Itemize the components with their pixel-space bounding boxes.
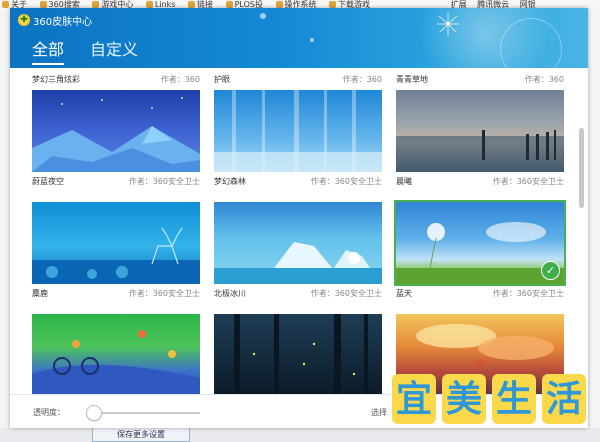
watermark-char: 宜 [392, 374, 436, 424]
background-save-button[interactable]: 保存更多设置 [92, 427, 190, 442]
skin-caption: 北极冰川 作者：360安全卫士 [214, 288, 382, 302]
skin-name: 蓝天 [396, 289, 412, 298]
skin-caption: 梦幻森林 作者：360安全卫士 [214, 176, 382, 190]
skin-caption: 麋鹿 作者：360安全卫士 [32, 288, 200, 302]
dark-forest-illustration [234, 314, 368, 394]
sports-illustration [32, 330, 200, 394]
deer-illustration [32, 227, 200, 284]
bookmark-icon [275, 1, 283, 8]
bookmark-icon [225, 1, 233, 8]
skin-card[interactable]: 蔚蓝夜空 作者：360安全卫士 [32, 176, 200, 190]
skin-card[interactable]: 蓝天 作者：360安全卫士 [396, 288, 564, 302]
skin-caption: 蓝天 作者：360安全卫士 [396, 288, 564, 302]
skin-thumbnail-dawn[interactable] [396, 90, 564, 172]
bookmark-icon [39, 1, 47, 8]
tab-custom[interactable]: 自定义 [90, 36, 138, 63]
scrollbar-track[interactable] [578, 68, 584, 398]
skin-card[interactable]: 麋鹿 作者：360安全卫士 [32, 288, 200, 302]
glacier-illustration [214, 242, 382, 284]
skin-author: 作者：360安全卫士 [310, 177, 382, 186]
header-sparkle [260, 13, 266, 19]
skin-name: 青青草地 [396, 75, 428, 84]
skin-card[interactable]: 青青草地 作者：360 [396, 74, 564, 88]
skin-name: 蔚蓝夜空 [32, 177, 64, 186]
skin-center-window: ✚ 360皮肤中心 全部 自定义 梦幻三角炫彩 作者：360 护眼 作者：360… [10, 8, 588, 428]
skin-name: 梦幻三角炫彩 [32, 75, 80, 84]
skin-caption: 蔚蓝夜空 作者：360安全卫士 [32, 176, 200, 190]
skin-author: 作者：360安全卫士 [492, 177, 564, 186]
folder-icon [188, 1, 196, 8]
skin-thumbnail-blue-sky[interactable]: ✓ [394, 200, 566, 286]
skin-thumbnail-night-sky[interactable] [32, 90, 200, 172]
window-title: 360皮肤中心 [33, 17, 93, 28]
skin-author: 作者：360安全卫士 [128, 177, 200, 186]
skin-author: 作者：360 [160, 75, 200, 84]
skin-card[interactable]: 护眼 作者：360 [214, 74, 382, 88]
skin-card[interactable]: 梦幻森林 作者：360安全卫士 [214, 176, 382, 190]
skin-card[interactable]: 晨曦 作者：360安全卫士 [396, 176, 564, 190]
opacity-slider-handle[interactable] [85, 405, 102, 421]
folder-icon [145, 1, 153, 8]
skin-author: 作者：360安全卫士 [492, 289, 564, 298]
sea-poles-illustration [396, 130, 564, 172]
skin-card[interactable]: 梦幻三角炫彩 作者：360 [32, 74, 200, 88]
skin-caption: 青青草地 作者：360 [396, 74, 564, 88]
skin-author: 作者：360安全卫士 [310, 289, 382, 298]
bookmark-icon [2, 1, 9, 8]
browser-bottom-strip [0, 428, 600, 442]
dandelion-decoration [437, 13, 459, 36]
app-logo-icon: ✚ [18, 14, 30, 26]
skin-thumbnail-sports[interactable] [32, 314, 200, 394]
selected-check-icon: ✓ [541, 261, 560, 280]
skin-thumbnail-deer[interactable] [32, 202, 200, 284]
watermark-char: 美 [442, 374, 486, 424]
mountain-illustration [32, 97, 200, 172]
select-label: 选择 [371, 408, 387, 417]
dandelion-meadow-illustration [396, 222, 564, 284]
skin-caption: 护眼 作者：360 [214, 74, 382, 88]
skin-thumbnail-glacier[interactable] [214, 202, 382, 284]
forest-illustration [214, 90, 382, 172]
skin-name: 北极冰川 [214, 289, 246, 298]
skin-author: 作者：360 [342, 75, 382, 84]
watermark-char: 生 [492, 374, 536, 424]
skin-grid: 梦幻三角炫彩 作者：360 护眼 作者：360 青青草地 作者：360 蔚蓝夜空… [10, 68, 588, 394]
skin-author: 作者：360 [524, 75, 564, 84]
window-header: ✚ 360皮肤中心 全部 自定义 [10, 8, 588, 68]
skin-caption: 梦幻三角炫彩 作者：360 [32, 74, 200, 88]
skin-name: 护眼 [214, 75, 230, 84]
skin-caption: 晨曦 作者：360安全卫士 [396, 176, 564, 190]
skin-author: 作者：360安全卫士 [128, 289, 200, 298]
header-sparkle [310, 38, 314, 42]
skin-name: 梦幻森林 [214, 177, 246, 186]
tab-all[interactable]: 全部 [32, 36, 65, 65]
opacity-label: 透明度： [33, 408, 65, 417]
skin-name: 晨曦 [396, 177, 412, 186]
skin-thumbnail-dark-forest[interactable] [214, 314, 382, 394]
watermark-char: 活 [542, 374, 586, 424]
opacity-slider-track[interactable] [88, 412, 200, 414]
scrollbar-thumb[interactable] [579, 128, 584, 208]
bookmark-icon [329, 1, 337, 8]
skin-thumbnail-forest[interactable] [214, 90, 382, 172]
skin-name: 麋鹿 [32, 289, 48, 298]
skin-card[interactable]: 北极冰川 作者：360安全卫士 [214, 288, 382, 302]
bookmark-icon [92, 1, 100, 8]
